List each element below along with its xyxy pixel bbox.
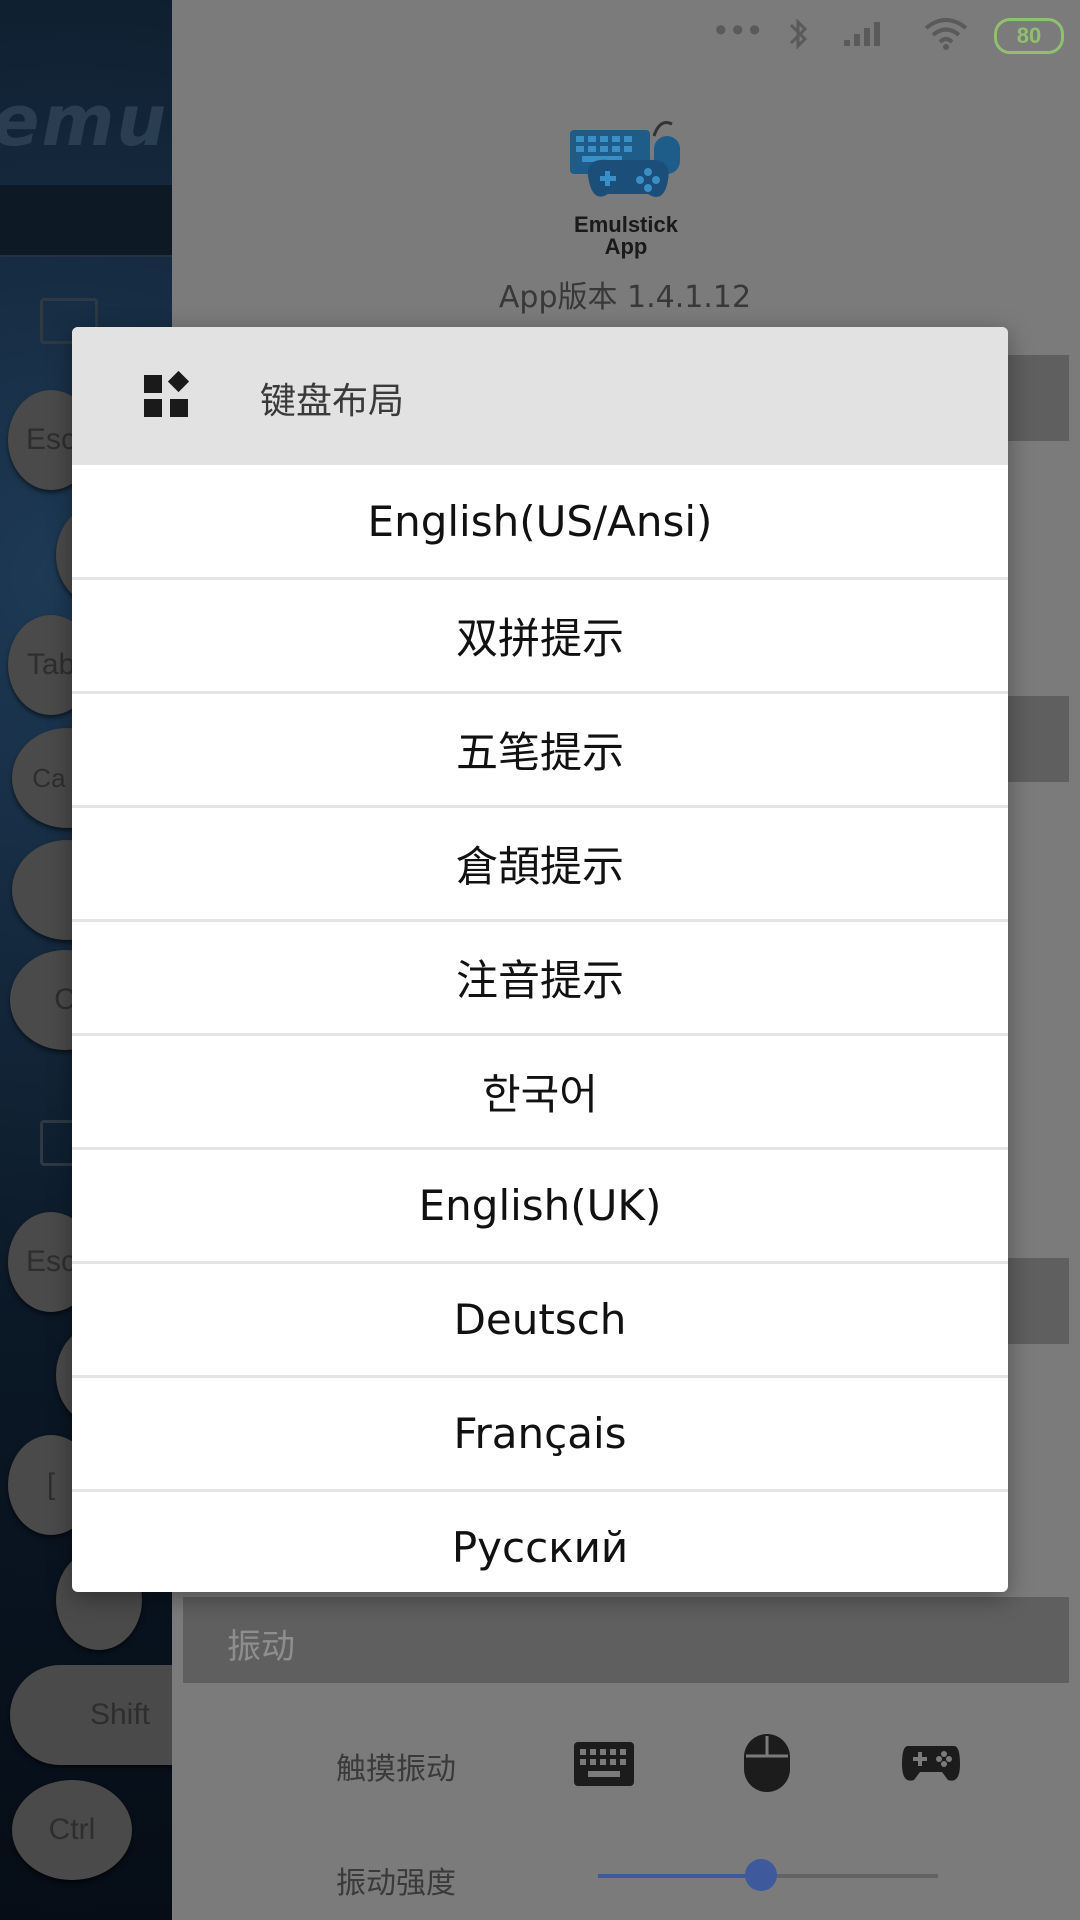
widgets-icon — [144, 371, 190, 417]
layout-option-cangjie[interactable]: 倉頡提示 — [72, 805, 1008, 919]
app-logo-text: Emulstick App — [526, 214, 726, 258]
layout-option-korean[interactable]: 한국어 — [72, 1033, 1008, 1147]
layout-option-english-uk[interactable]: English(UK) — [72, 1147, 1008, 1261]
key-ctrl[interactable]: Ctrl — [12, 1780, 132, 1880]
layout-option-russian[interactable]: Русский — [72, 1489, 1008, 1592]
keyboard-layout-dialog: 键盘布局 English(US/Ansi) 双拼提示 五笔提示 倉頡提示 注音提… — [72, 327, 1008, 1592]
vibration-strength-slider[interactable] — [598, 1859, 938, 1891]
key-shift[interactable]: Shift — [10, 1665, 172, 1765]
vibration-header-label: 振动 — [227, 1627, 295, 1667]
more-dots-icon: ••• — [711, 12, 764, 50]
app-logo-line1: Emulstick — [574, 212, 678, 237]
dialog-header: 键盘布局 — [72, 327, 1008, 465]
keyboard-toolbar — [0, 185, 172, 257]
layout-option-english-us[interactable]: English(US/Ansi) — [72, 465, 1008, 577]
touch-vibration-label: 触摸振动 — [336, 1752, 456, 1787]
gamepad-vibration-toggle[interactable] — [900, 1740, 962, 1788]
mouse-vibration-toggle[interactable] — [744, 1734, 790, 1796]
vibration-strength-label: 振动强度 — [336, 1866, 456, 1901]
app-version-text: App版本 1.4.1.12 — [498, 280, 752, 315]
keyboard-vibration-toggle[interactable] — [574, 1742, 634, 1790]
slider-fill — [598, 1874, 762, 1878]
layout-option-german[interactable]: Deutsch — [72, 1261, 1008, 1375]
gamepad-icon — [902, 1746, 960, 1781]
wifi-icon — [924, 18, 968, 58]
layout-option-shuangpin[interactable]: 双拼提示 — [72, 577, 1008, 691]
layout-option-french[interactable]: Français — [72, 1375, 1008, 1489]
layout-option-list: English(US/Ansi) 双拼提示 五笔提示 倉頡提示 注音提示 한국어… — [72, 465, 1008, 1592]
bluetooth-icon — [786, 16, 812, 60]
battery-indicator: 80 — [994, 18, 1064, 54]
layout-option-wubi[interactable]: 五笔提示 — [72, 691, 1008, 805]
keyboard-icon — [574, 1742, 634, 1786]
app-logo-icon — [568, 118, 688, 208]
signal-icon — [842, 18, 886, 56]
dialog-title: 键盘布局 — [260, 381, 405, 422]
mouse-icon — [744, 1734, 790, 1792]
vibration-section-header: 振动 — [183, 1597, 1069, 1683]
layout-option-zhuyin[interactable]: 注音提示 — [72, 919, 1008, 1033]
status-bar: ••• 80 — [680, 0, 1080, 70]
background-logo-text: emu — [0, 80, 169, 162]
app-logo-line2: App — [604, 234, 648, 259]
slider-thumb[interactable] — [745, 1859, 778, 1891]
